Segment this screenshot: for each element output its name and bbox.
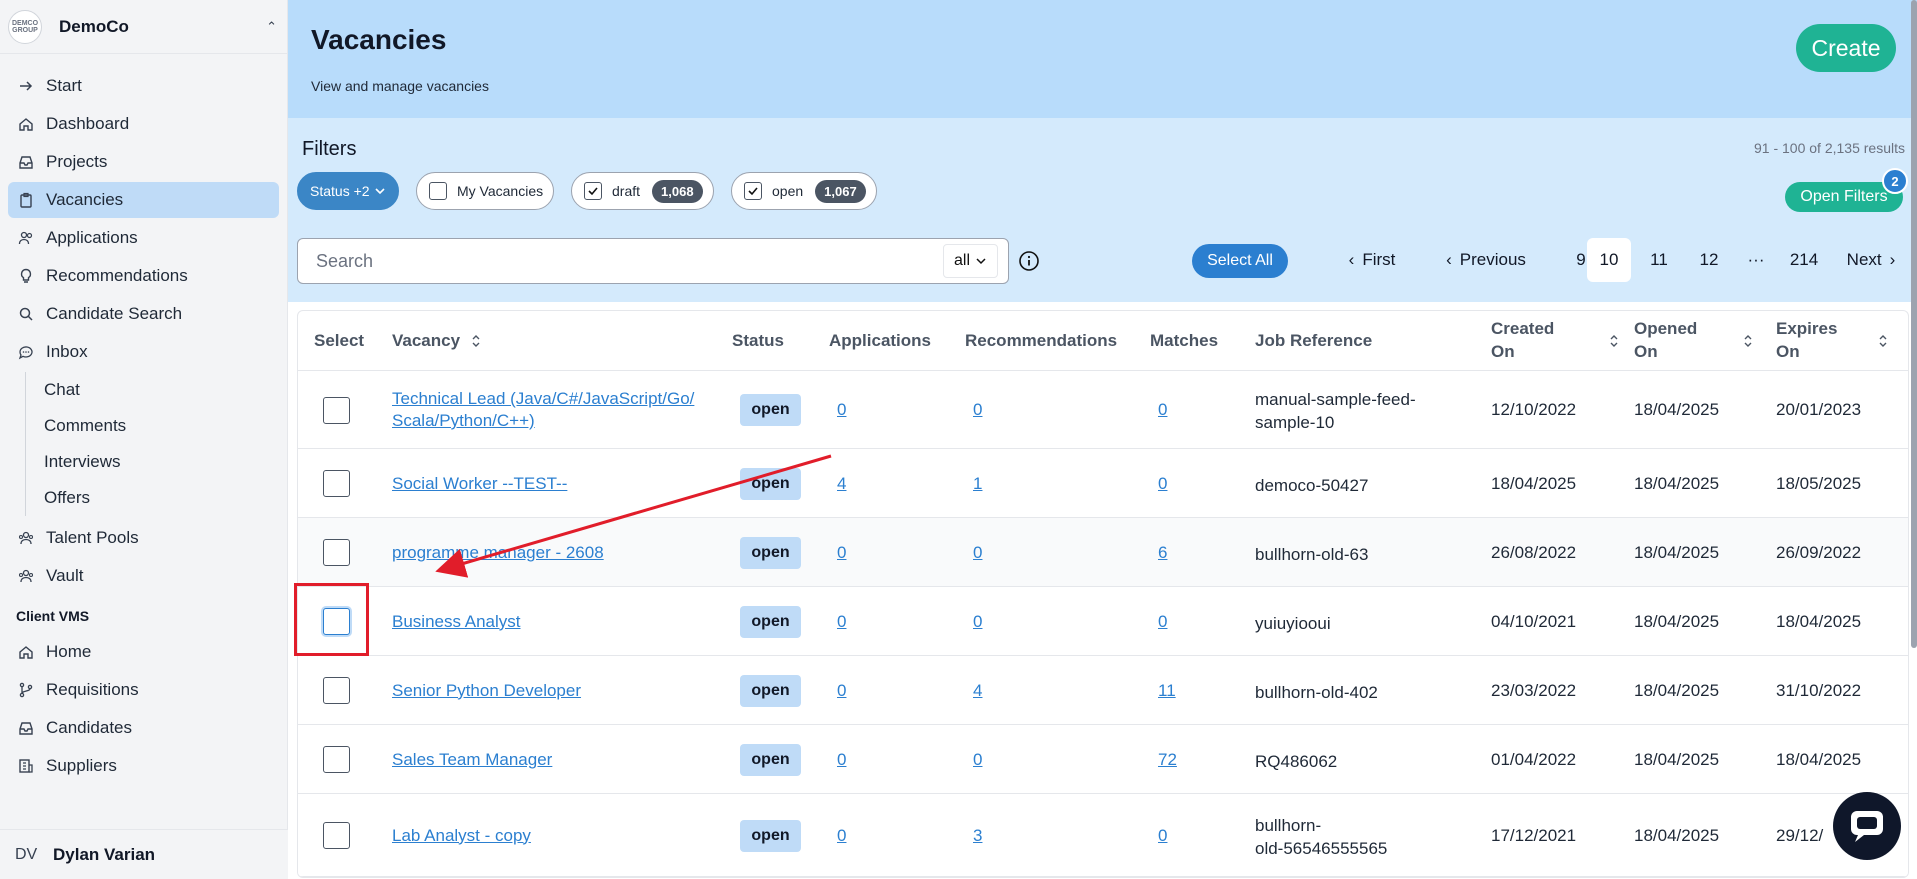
chat-widget-button[interactable] [1833,792,1901,860]
page-scrollbar[interactable] [1911,0,1917,648]
chat-bubble-icon [1851,811,1883,842]
annotation-arrow [435,454,832,578]
